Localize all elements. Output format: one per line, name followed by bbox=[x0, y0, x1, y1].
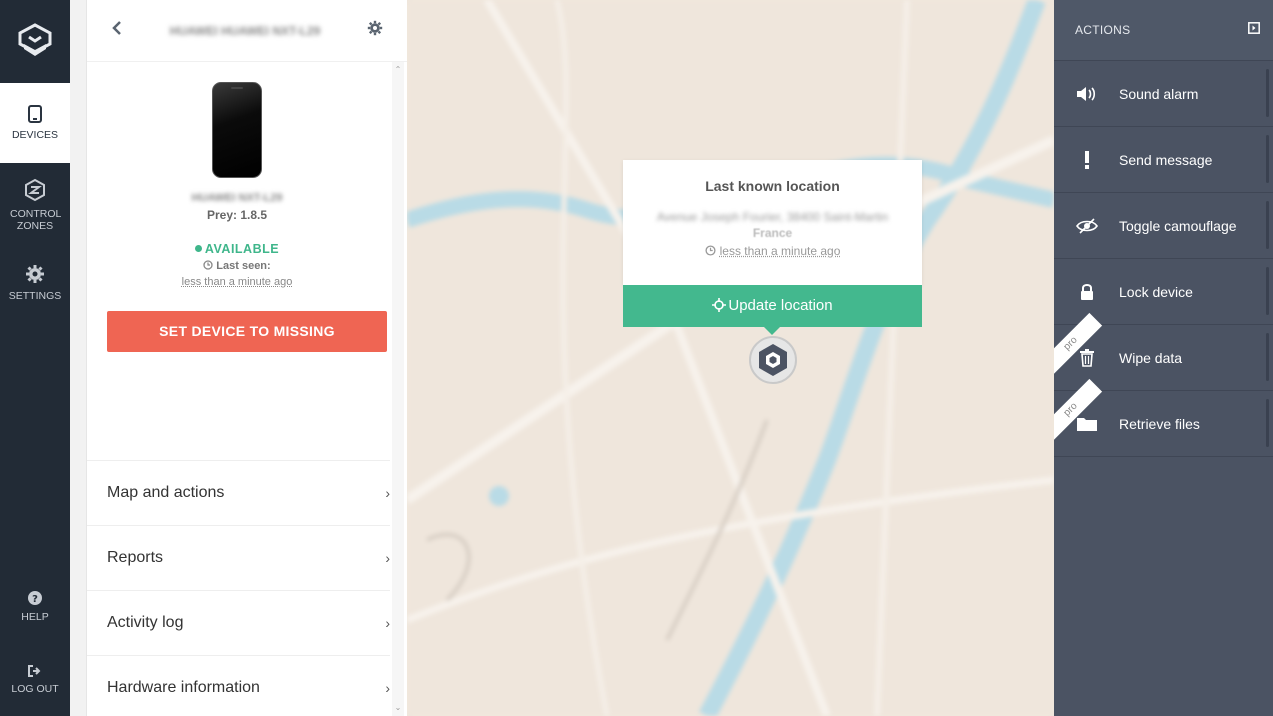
last-location-popup: Last known location Avenue Joseph Fourie… bbox=[623, 160, 922, 285]
menu-item-hardware-information[interactable]: Hardware information › bbox=[87, 655, 390, 716]
action-label: Lock device bbox=[1119, 283, 1193, 300]
menu-item-label: Map and actions bbox=[107, 484, 225, 501]
last-seen-time: less than a minute ago bbox=[181, 276, 293, 288]
chevron-left-icon[interactable] bbox=[111, 20, 123, 41]
chevron-right-icon: › bbox=[385, 550, 390, 566]
update-location-button[interactable]: Update location bbox=[623, 285, 922, 335]
action-sound-alarm[interactable]: Sound alarm bbox=[1054, 61, 1273, 127]
location-country: France bbox=[752, 226, 793, 240]
nav-devices-label: DEVICES bbox=[11, 129, 59, 141]
chevron-right-icon: › bbox=[385, 680, 390, 696]
clock-icon bbox=[203, 260, 213, 270]
location-map[interactable] bbox=[407, 0, 1054, 716]
last-seen-label: Last seen: bbox=[216, 260, 271, 272]
menu-item-map-and-actions[interactable]: Map and actions › bbox=[87, 460, 390, 525]
menu-item-reports[interactable]: Reports › bbox=[87, 525, 390, 590]
set-missing-button[interactable]: SET DEVICE TO MISSING bbox=[107, 311, 387, 352]
main-nav: DEVICES CONTROL ZONES SETTINGS ? HELP LO… bbox=[0, 0, 70, 716]
nav-help-label: HELP bbox=[21, 610, 49, 623]
crosshair-icon bbox=[712, 298, 727, 312]
device-panel-header: HUAWEI HUAWEI NXT-L29 bbox=[87, 0, 407, 62]
location-time: less than a minute ago bbox=[623, 244, 922, 258]
menu-item-label: Hardware information bbox=[107, 679, 260, 696]
menu-item-label: Activity log bbox=[107, 614, 184, 631]
eye-slash-icon bbox=[1054, 217, 1119, 234]
status-badge: AVAILABLE bbox=[87, 242, 387, 256]
device-panel: HUAWEI HUAWEI NXT-L29 ⌃ ⌄ HUAWEI NXT-L29… bbox=[87, 0, 407, 716]
action-label: Send message bbox=[1119, 151, 1213, 168]
device-model: HUAWEI NXT-L29 bbox=[191, 192, 283, 204]
location-address: Avenue Joseph Fourier, 38400 Saint-Marti… bbox=[656, 210, 889, 224]
nav-logout-label: LOG OUT bbox=[11, 682, 59, 695]
actions-title: ACTIONS bbox=[1075, 23, 1131, 37]
control-zones-icon bbox=[25, 178, 45, 202]
nav-settings[interactable]: SETTINGS bbox=[0, 247, 70, 319]
device-phone-image bbox=[212, 82, 262, 178]
chevron-right-icon: › bbox=[385, 615, 390, 631]
map-background bbox=[407, 0, 1054, 716]
prey-logo[interactable] bbox=[0, 0, 70, 83]
logout-icon bbox=[28, 664, 41, 677]
actions-sidebar: ACTIONS Sound alarm Send message Toggle … bbox=[1054, 0, 1273, 716]
speaker-icon bbox=[1054, 86, 1119, 102]
status-dot-icon bbox=[194, 245, 202, 252]
chevron-right-icon: › bbox=[385, 485, 390, 501]
update-location-label: Update location bbox=[728, 297, 833, 314]
collapse-panel-icon[interactable] bbox=[1248, 21, 1260, 39]
gear-icon bbox=[26, 265, 44, 283]
device-location-pin-icon[interactable] bbox=[748, 335, 798, 390]
device-menu: Map and actions › Reports › Activity log › … bbox=[87, 460, 390, 716]
prey-version: Prey: 1.8.5 bbox=[206, 208, 268, 222]
svg-text:?: ? bbox=[32, 594, 38, 605]
clock-icon bbox=[705, 245, 716, 256]
action-toggle-camouflage[interactable]: Toggle camouflage bbox=[1054, 193, 1273, 259]
menu-item-label: Reports bbox=[107, 549, 164, 566]
nav-help[interactable]: ? HELP bbox=[0, 570, 70, 643]
question-icon: ? bbox=[28, 590, 42, 605]
exclamation-icon bbox=[1054, 150, 1119, 169]
nav-devices[interactable]: DEVICES bbox=[0, 83, 70, 163]
scroll-down-arrow-icon[interactable]: ⌄ bbox=[392, 702, 404, 714]
action-label: Retrieve files bbox=[1119, 415, 1200, 432]
device-info: HUAWEI NXT-L29 Prey: 1.8.5 AVAILABLE Las… bbox=[87, 62, 387, 288]
device-settings-gear-icon[interactable] bbox=[367, 20, 383, 41]
nav-settings-label: SETTINGS bbox=[8, 290, 62, 302]
last-seen: Last seen: bbox=[87, 260, 387, 272]
action-label: Wipe data bbox=[1119, 349, 1183, 366]
device-header-title: HUAWEI HUAWEI NXT-L29 bbox=[169, 23, 321, 38]
action-retrieve-files[interactable]: pro Retrieve files bbox=[1054, 378, 1273, 457]
tablet-icon bbox=[28, 105, 42, 123]
location-time-text: less than a minute ago bbox=[719, 244, 841, 258]
lock-icon bbox=[1054, 283, 1119, 301]
panel-gutter bbox=[70, 0, 87, 716]
menu-item-activity-log[interactable]: Activity log › bbox=[87, 590, 390, 655]
nav-control-zones[interactable]: CONTROL ZONES bbox=[0, 163, 70, 247]
scroll-up-arrow-icon[interactable]: ⌃ bbox=[392, 64, 404, 76]
action-label: Sound alarm bbox=[1119, 85, 1199, 102]
panel-scrollbar[interactable]: ⌃ ⌄ bbox=[392, 62, 404, 716]
action-send-message[interactable]: Send message bbox=[1054, 127, 1273, 193]
actions-header: ACTIONS bbox=[1054, 0, 1273, 61]
nav-logout[interactable]: LOG OUT bbox=[0, 643, 70, 716]
action-label: Toggle camouflage bbox=[1119, 217, 1237, 234]
nav-control-zones-label: CONTROL ZONES bbox=[10, 208, 62, 232]
popup-title: Last known location bbox=[705, 178, 840, 194]
status-text: AVAILABLE bbox=[204, 242, 280, 256]
